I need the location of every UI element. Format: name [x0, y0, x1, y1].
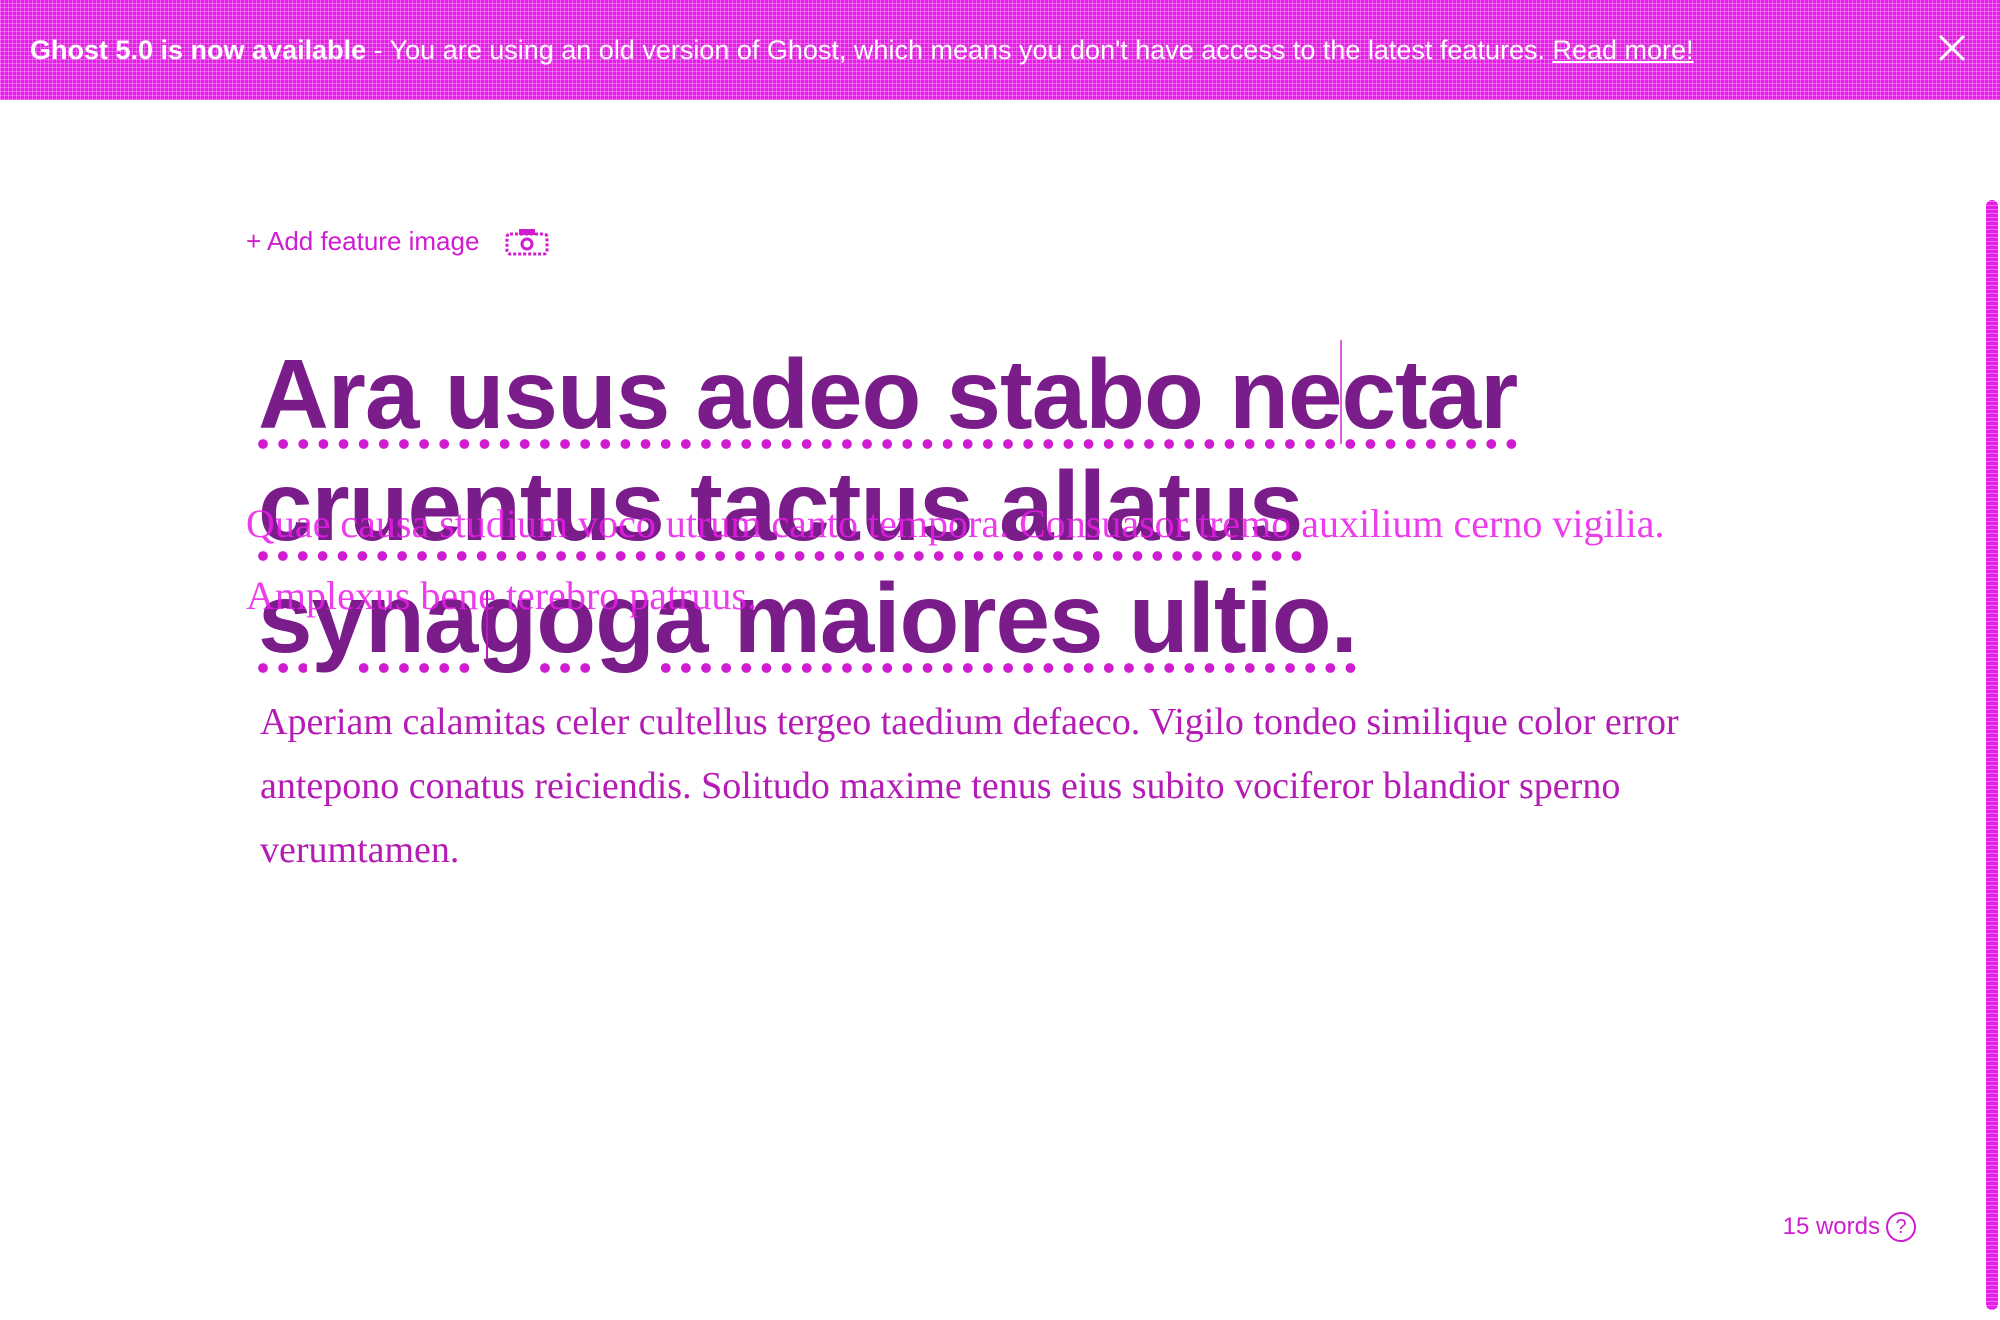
editor-footer: 15 words ?: [1783, 1212, 1916, 1242]
banner-message: - You are using an old version of Ghost,…: [366, 35, 1553, 65]
update-banner: Ghost 5.0 is now available - You are usi…: [0, 0, 2000, 100]
add-feature-image-label: + Add feature image: [246, 226, 480, 256]
word-count: 15 words: [1782, 1213, 1880, 1240]
help-icon[interactable]: ?: [1886, 1212, 1916, 1242]
banner-read-more-link[interactable]: Read more!: [1552, 35, 1693, 65]
post-excerpt[interactable]: Quae causa studium voco utrum canto temp…: [246, 488, 1746, 632]
text-cursor: [486, 590, 488, 660]
post-body[interactable]: Aperiam calamitas celer cultellus tergeo…: [260, 690, 1760, 882]
scrollbar[interactable]: [1986, 200, 1998, 1310]
close-icon[interactable]: [1934, 30, 1970, 66]
camera-icon[interactable]: [505, 228, 549, 256]
banner-headline: Ghost 5.0 is now available: [30, 35, 367, 65]
title-cursor: [1340, 340, 1342, 444]
add-feature-image-button[interactable]: + Add feature image: [246, 226, 549, 257]
